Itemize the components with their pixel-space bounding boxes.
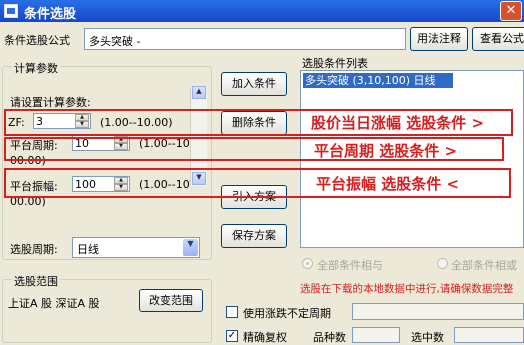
window-title: 条件选股: [24, 7, 77, 22]
app-icon: [4, 4, 18, 18]
annotation-text-3: 平台振幅 选股条件 <: [316, 175, 460, 193]
and-radio-label: 全部条件相与: [317, 259, 383, 272]
scope-text: 上证A 股 深证A 股: [8, 297, 100, 310]
change-scope-button[interactable]: 改变范围: [139, 289, 203, 312]
or-radio-label: 全部条件相或: [451, 259, 517, 272]
or-radio[interactable]: [437, 258, 448, 269]
add-condition-button[interactable]: 加入条件: [221, 72, 287, 96]
scope-group-label: 选股范围: [12, 273, 60, 289]
title-bar: 条件选股 ✕: [0, 0, 524, 22]
variety-count-field: [352, 327, 400, 343]
unfixed-period-label: 使用涨跌不定周期: [243, 307, 331, 320]
list-item[interactable]: 多头突破 (3,10,100) 日线: [303, 73, 453, 88]
and-radio[interactable]: [302, 258, 313, 269]
view-formula-button[interactable]: 查看公式: [472, 27, 524, 51]
exact-restore-checkbox[interactable]: ✓: [226, 330, 238, 342]
close-button[interactable]: ✕: [500, 1, 522, 21]
chevron-down-icon[interactable]: ▼: [183, 239, 198, 256]
parameter-prompt: 请设置计算参数:: [10, 96, 91, 109]
period-value: 日线: [77, 243, 99, 256]
unfixed-period-field[interactable]: [352, 303, 524, 320]
period-label: 选股周期:: [10, 243, 58, 256]
selected-count-field: [454, 327, 524, 343]
annotation-text-1: 股价当日涨幅 选股条件 >: [311, 114, 485, 132]
formula-value: 多头突破 -: [89, 35, 141, 48]
annotation-text-2: 平台周期 选股条件 >: [314, 142, 458, 160]
period-select[interactable]: 日线 ▼: [72, 237, 200, 258]
parameter-group-label: 计算参数: [12, 60, 60, 76]
formula-select[interactable]: 多头突破 -: [84, 28, 406, 50]
scroll-up-icon[interactable]: ▲: [192, 86, 206, 99]
formula-label: 条件选股公式: [4, 34, 70, 47]
condition-list-label: 选股条件列表: [302, 57, 368, 70]
unfixed-period-checkbox[interactable]: [226, 306, 238, 318]
data-warning: 选股在下载的本地数据中进行,请确保数据完整: [300, 283, 514, 295]
usage-notes-button[interactable]: 用法注释: [410, 27, 468, 51]
save-scheme-button[interactable]: 保存方案: [221, 224, 287, 248]
